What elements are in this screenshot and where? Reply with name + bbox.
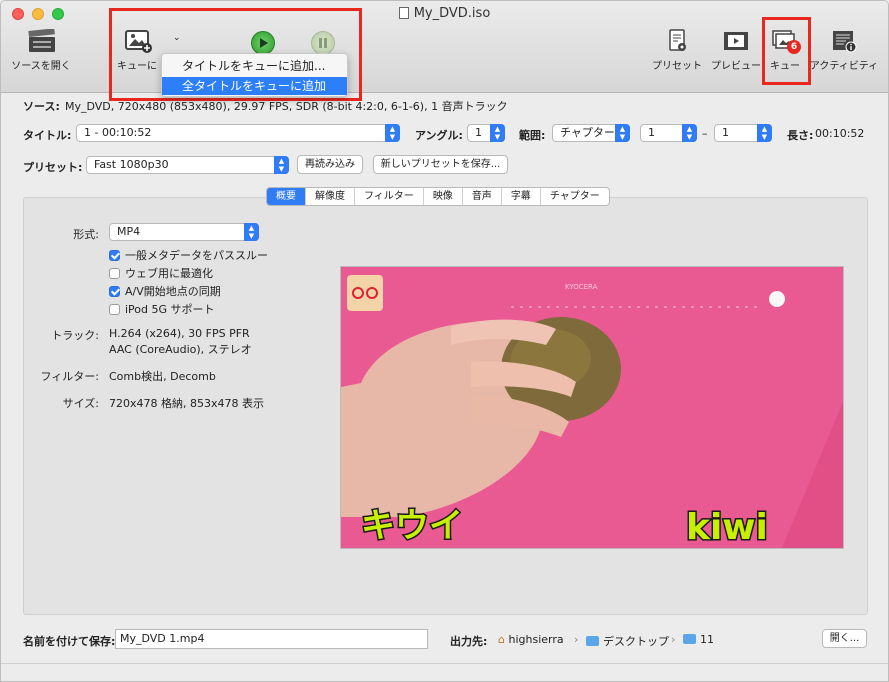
range-end-select[interactable]: 1 ▲ ▼ [714, 124, 772, 142]
source-label: ソース: [23, 100, 60, 113]
select-arrows-icon: ▲ ▼ [682, 124, 697, 142]
filters-value: Comb検出, Decomb [109, 370, 216, 383]
reload-preset-button[interactable]: 再読み込み [297, 155, 363, 174]
tab-filters[interactable]: フィルター [355, 188, 424, 205]
source-info: My_DVD, 720x480 (853x480), 29.97 FPS, SD… [65, 100, 508, 113]
browse-open-button[interactable]: 開く... [822, 629, 867, 648]
save-as-label: 名前を付けて保存: [23, 635, 116, 648]
folder-icon [586, 636, 599, 646]
tab-summary[interactable]: 概要 [267, 188, 306, 205]
app-window: My_DVD.iso ソースを開く キューに ⌄ プリセット プレビュー 6 キ… [0, 0, 889, 682]
preset-select[interactable]: Fast 1080p30 ▲ ▼ [86, 156, 289, 174]
tab-chapters[interactable]: チャプター [541, 188, 609, 205]
activity-button[interactable]: アクティビティ [807, 29, 881, 72]
checkbox-av-align[interactable]: A/V開始地点の同期 [109, 283, 221, 299]
preset-label: プリセット: [23, 161, 83, 174]
caption-left: キウイ [361, 506, 463, 546]
tab-video[interactable]: 映像 [424, 188, 463, 205]
checkbox-checked-icon [109, 286, 120, 297]
presets-gear-icon [663, 29, 691, 53]
tab-subtitles[interactable]: 字幕 [502, 188, 541, 205]
preview-thumbnail[interactable]: キウイ kiwi KYOCERA [340, 266, 844, 549]
add-queue-menu: タイトルをキューに追加... 全タイトルをキューに追加 [161, 53, 348, 97]
select-arrows-icon: ▲ ▼ [615, 124, 630, 142]
title-select[interactable]: 1 - 00:10:52 ▲ ▼ [76, 124, 400, 142]
tab-audio[interactable]: 音声 [463, 188, 502, 205]
checkbox-checked-icon [109, 250, 120, 261]
duration-value: 00:10:52 [815, 127, 865, 140]
open-source-button[interactable]: ソースを開く [9, 28, 73, 72]
range-start-select[interactable]: 1 ▲ ▼ [640, 124, 697, 142]
highlight-box-queue [762, 17, 811, 85]
select-arrows-icon: ▲ ▼ [757, 124, 772, 142]
menu-item-add-all-titles[interactable]: 全タイトルをキューに追加 [162, 77, 347, 95]
status-bar [1, 663, 888, 681]
clapperboard-icon [27, 28, 55, 53]
tracks-label: トラック: [51, 329, 99, 342]
format-select[interactable]: MP4 ▲ ▼ [109, 223, 259, 241]
range-label: 範囲: [519, 129, 546, 142]
activity-log-icon [830, 29, 858, 53]
filters-label: フィルター: [40, 370, 100, 383]
select-arrows-icon: ▲ ▼ [490, 124, 505, 142]
brand-text: KYOCERA [565, 283, 598, 291]
preview-scene-image: キウイ kiwi KYOCERA [341, 267, 843, 548]
folder-icon [683, 634, 696, 644]
path-separator-icon: › [671, 633, 676, 646]
angle-select[interactable]: 1 ▲ ▼ [467, 124, 505, 142]
checkbox-unchecked-icon [109, 304, 120, 315]
duration-label: 長さ: [787, 129, 814, 142]
select-arrows-icon: ▲ ▼ [385, 124, 400, 142]
tracks-audio: AAC (CoreAudio), ステレオ [109, 343, 252, 356]
save-new-preset-button[interactable]: 新しいプリセットを保存... [373, 155, 508, 174]
select-arrows-icon: ▲ ▼ [244, 223, 259, 241]
save-as-input[interactable]: My_DVD 1.mp4 [115, 629, 428, 649]
angle-label: アングル: [415, 129, 463, 142]
checkbox-ipod-5g[interactable]: iPod 5G サポート [109, 301, 215, 317]
presets-button[interactable]: プリセット [647, 29, 707, 72]
destination-label: 出力先: [450, 635, 488, 648]
caption-right: kiwi [686, 507, 768, 548]
select-arrows-icon: ▲ ▼ [274, 156, 289, 174]
home-icon: ⌂ [498, 633, 505, 646]
settings-tabs: 概要 解像度 フィルター 映像 音声 字幕 チャプター [266, 187, 610, 206]
tracks-video: H.264 (x264), 30 FPS PFR [109, 327, 250, 340]
size-value: 720x478 格納, 853x478 表示 [109, 397, 264, 410]
document-icon [398, 7, 409, 19]
preview-button[interactable]: プレビュー [707, 29, 765, 72]
path-separator-icon: › [574, 633, 579, 646]
checkbox-unchecked-icon [109, 268, 120, 279]
title-label: タイトル: [23, 129, 72, 142]
film-preview-icon [722, 29, 750, 53]
size-label: サイズ: [62, 397, 99, 410]
range-dash: – [702, 127, 708, 140]
format-label: 形式: [73, 228, 99, 241]
path-segment-11[interactable]: 11 [683, 633, 714, 646]
path-segment-desktop[interactable]: デスクトップ [586, 633, 669, 649]
menu-item-add-title[interactable]: タイトルをキューに追加... [162, 57, 347, 75]
checkbox-passthru-metadata[interactable]: 一般メタデータをパススルー [109, 247, 268, 263]
path-segment-home[interactable]: ⌂ highsierra [498, 633, 564, 646]
checkbox-web-optimized[interactable]: ウェブ用に最適化 [109, 265, 213, 281]
range-type-select[interactable]: チャプター ▲ ▼ [552, 124, 630, 142]
tab-dimensions[interactable]: 解像度 [306, 188, 355, 205]
